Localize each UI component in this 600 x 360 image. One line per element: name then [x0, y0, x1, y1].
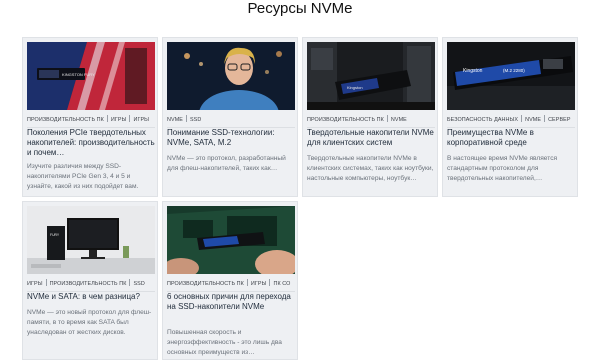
card-tags: NVME SSD	[167, 114, 295, 128]
desktop-pc-monitor-icon: FURY	[27, 206, 155, 274]
page-title: Ресурсы NVMe	[247, 0, 353, 17]
tag-link[interactable]: SSD	[133, 278, 144, 291]
tag-link[interactable]: ПРОИЗВОДИТЕЛЬНОСТЬ ПК	[27, 114, 104, 127]
kingston-nvme-ssd-icon: Kingston (M.2 2280)	[447, 42, 575, 110]
tag-separator	[269, 279, 271, 286]
card1-brand-text: KINGSTON FURY	[62, 72, 95, 77]
card-tags: ПРОИЗВОДИТЕЛЬНОСТЬ ПК ИГРЫ ИГРЫ	[27, 114, 155, 128]
tag-link[interactable]: NVME	[391, 114, 407, 127]
card-description: В настоящее время NVMe является стандарт…	[447, 155, 558, 182]
tag-separator	[106, 115, 108, 122]
resource-card-nvme-vs-sata[interactable]: FURY ИГРЫ ПРОИЗВОДИТЕЛЬНОСТЬ ПК SSD NVMe и…	[22, 201, 158, 360]
card-image-laptop-install	[167, 206, 295, 274]
tag-separator	[129, 115, 131, 122]
tag-link[interactable]: SSD	[190, 114, 201, 127]
woman-with-glasses-icon	[167, 42, 295, 110]
tag-separator	[386, 115, 388, 122]
ssd-on-red-blue-icon: KINGSTON FURY	[27, 42, 155, 110]
card-description: Повышенная скорость и энергоэффективност…	[167, 329, 282, 356]
tag-separator	[185, 115, 187, 122]
card-tags: ПРОИЗВОДИТЕЛЬНОСТЬ ПК NVME	[307, 114, 435, 128]
card4-model-text: (M.2 2280)	[503, 68, 525, 73]
tag-link[interactable]: ИГРЫ	[133, 114, 149, 127]
card-title[interactable]: Преимущества NVMe в корпоративной среде	[447, 128, 575, 148]
card-image-motherboard: Kingston	[307, 42, 435, 110]
card-description: NVMe — это новый протокол для флеш-памят…	[27, 309, 152, 336]
tag-link[interactable]: NVME	[167, 114, 183, 127]
tag-separator	[521, 115, 523, 122]
card-tags: БЕЗОПАСНОСТЬ ДАННЫХ NVME СЕРВЕР	[447, 114, 575, 128]
card-description: Твердотельные накопители NVMe в клиентск…	[307, 155, 434, 182]
resource-card-switch-to-nvme[interactable]: ПРОИЗВОДИТЕЛЬНОСТЬ ПК ИГРЫ ПК СО 6 основны…	[162, 201, 298, 360]
tag-link[interactable]: ИГРЫ	[27, 278, 43, 291]
tag-link[interactable]: ИГРЫ	[111, 114, 127, 127]
laptop-ssd-install-icon	[167, 206, 295, 274]
tag-link[interactable]: ИГРЫ	[251, 278, 267, 291]
tag-link[interactable]: ПРОИЗВОДИТЕЛЬНОСТЬ ПК	[167, 278, 244, 291]
card-title[interactable]: NVMe и SATA: в чем разница?	[27, 292, 155, 302]
ssd-in-motherboard-icon: Kingston	[307, 42, 435, 110]
resource-card-enterprise-nvme[interactable]: Kingston (M.2 2280) БЕЗОПАСНОСТЬ ДАННЫХ N…	[442, 37, 578, 197]
card-description: NVMe — это протокол, разработанный для ф…	[167, 155, 286, 172]
tag-link[interactable]: ПРОИЗВОДИТЕЛЬНОСТЬ ПК	[307, 114, 384, 127]
card-title[interactable]: Твердотельные накопители NVMe для клиент…	[307, 128, 435, 148]
card-image-woman	[167, 42, 295, 110]
card5-brand-text: FURY	[50, 233, 60, 237]
tag-link[interactable]: ПК СО	[273, 278, 290, 291]
card-description: Изучите различия между SSD-накопителями …	[27, 163, 139, 190]
card-image-desktop: FURY	[27, 206, 155, 274]
card-title[interactable]: Поколения PCIe твердотельных накопителей…	[27, 128, 155, 158]
resource-card-client-nvme[interactable]: Kingston ПРОИЗВОДИТЕЛЬНОСТЬ ПК NVME Тверд…	[302, 37, 438, 197]
tag-separator	[246, 279, 248, 286]
tag-link[interactable]: NVME	[525, 114, 541, 127]
tag-link[interactable]: СЕРВЕР	[548, 114, 570, 127]
card3-brand-text: Kingston	[347, 85, 363, 90]
card-image-kingston-ssd: Kingston (M.2 2280)	[447, 42, 575, 110]
tag-link[interactable]: ПРОИЗВОДИТЕЛЬНОСТЬ ПК	[50, 278, 127, 291]
tag-separator	[129, 279, 131, 286]
resource-card-ssd-tech[interactable]: NVME SSD Понимание SSD-технологии: NVMe, …	[162, 37, 298, 197]
tag-separator	[544, 115, 546, 122]
tag-link[interactable]: БЕЗОПАСНОСТЬ ДАННЫХ	[447, 114, 518, 127]
card-title[interactable]: 6 основных причин для перехода на SSD-на…	[167, 292, 295, 312]
card-tags: ПРОИЗВОДИТЕЛЬНОСТЬ ПК ИГРЫ ПК СО	[167, 278, 295, 292]
card-title[interactable]: Понимание SSD-технологии: NVMe, SATA, M.…	[167, 128, 295, 148]
card-image-pcie-ssd: KINGSTON FURY	[27, 42, 155, 110]
tag-separator	[45, 279, 47, 286]
card4-brand-text: Kingston	[463, 68, 483, 74]
card-tags: ИГРЫ ПРОИЗВОДИТЕЛЬНОСТЬ ПК SSD	[27, 278, 155, 292]
resource-card-pcie-gens[interactable]: KINGSTON FURY ПРОИЗВОДИТЕЛЬНОСТЬ ПК ИГРЫ И…	[22, 37, 158, 197]
